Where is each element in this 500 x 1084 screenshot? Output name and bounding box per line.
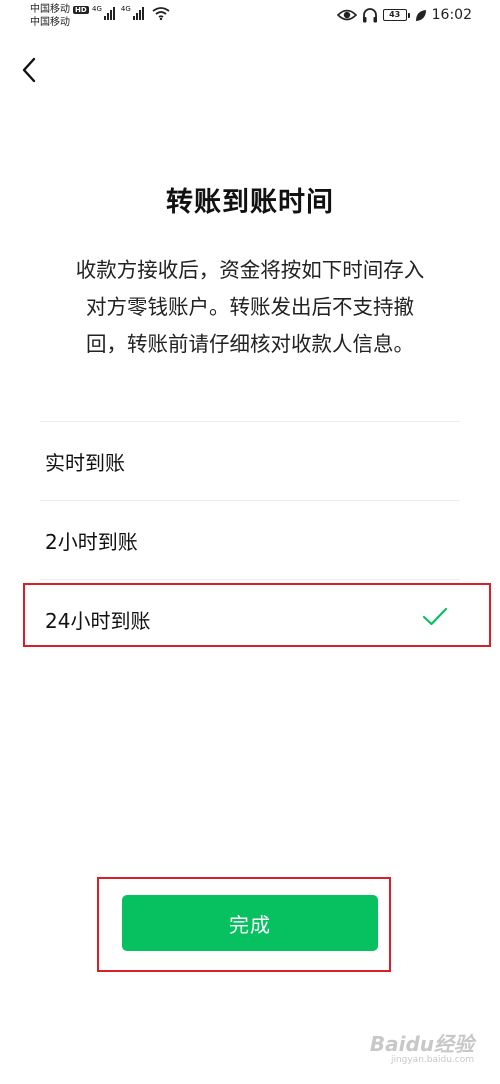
description-line: 回，转账前请仔细核对收款人信息。 [86, 332, 414, 356]
back-button[interactable] [14, 52, 44, 88]
watermark: Baidu经验 jingyan.baidu.com [370, 1033, 474, 1066]
headphones-icon [362, 7, 377, 22]
description-line: 对方零钱账户。转账发出后不支持撤 [86, 295, 414, 319]
option-2-hours[interactable]: 2小时到账 [40, 501, 460, 579]
leaf-icon [415, 9, 426, 21]
screen: 中国移动 HD 中国移动 4G 4G 43 16:02 转账到账时间 收款方接收… [0, 0, 500, 1084]
description-line: 收款方接收后，资金将按如下时间存入 [75, 258, 425, 282]
network-1-label: 4G [92, 5, 102, 13]
checkmark-icon [422, 607, 448, 626]
eye-icon [336, 9, 357, 21]
signal-icon: 4G [121, 6, 144, 20]
option-label: 实时到账 [45, 450, 125, 475]
page-title: 转账到账时间 [166, 187, 334, 218]
signal-group: 4G 4G [92, 6, 170, 20]
option-label: 2小时到账 [45, 529, 138, 554]
page-description: 收款方接收后，资金将按如下时间存入 对方零钱账户。转账发出后不支持撤 回，转账前… [48, 252, 452, 363]
option-label: 24小时到账 [45, 608, 151, 633]
chevron-left-icon [22, 57, 36, 83]
battery-icon: 43 [382, 9, 410, 21]
arrival-time-options: 实时到账 2小时到账 24小时到账 [40, 421, 460, 658]
watermark-sub: jingyan.baidu.com [390, 1055, 474, 1065]
option-realtime[interactable]: 实时到账 [40, 422, 460, 500]
status-icons: 43 16:02 [336, 7, 472, 23]
wifi-icon [152, 7, 170, 20]
network-2-label: 4G [120, 5, 131, 13]
hd-badge: HD [73, 5, 89, 14]
watermark-main: Baidu经验 [369, 1032, 474, 1056]
carrier-1-label: 中国移动 [30, 4, 70, 15]
battery-level: 43 [382, 9, 407, 21]
done-button[interactable]: 完成 [122, 895, 378, 951]
clock-time: 16:02 [431, 7, 472, 23]
carrier-info: 中国移动 HD 中国移动 [30, 3, 89, 29]
option-24-hours[interactable]: 24小时到账 [40, 580, 460, 658]
carrier-2-label: 中国移动 [30, 17, 70, 28]
status-bar: 中国移动 HD 中国移动 4G 4G 43 16:02 [0, 0, 500, 36]
signal-icon: 4G [92, 6, 115, 20]
